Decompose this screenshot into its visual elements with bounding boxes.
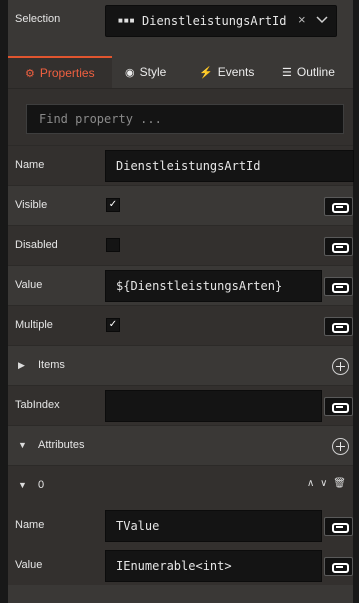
attr-row-value: Value IEnumerable<int> [8,545,353,585]
tab-properties[interactable]: ⚙ Properties [8,56,112,88]
move-down-icon[interactable]: ∨ [320,478,327,489]
add-attribute-button[interactable] [332,438,349,455]
value-field[interactable]: ${DienstleistungsArten} [105,270,322,302]
visible-checkbox[interactable]: ✓ [106,198,120,212]
tab-label: Outline [296,65,335,79]
lightning-icon: ⚡ [199,66,213,79]
tab-events[interactable]: ⚡ Events [199,56,254,88]
expand-right-icon[interactable]: ▶ [18,360,25,371]
delete-icon[interactable]: 🗑 [333,478,346,489]
section-label: Items [38,359,65,371]
attribute-value-field[interactable]: IEnumerable<int> [105,550,322,582]
tab-bar: ⚙ Properties ◉ Style ⚡ Events ☰ Outline [8,56,353,88]
tab-label: Events [217,65,255,79]
prop-row-attributes[interactable]: ▼ Attributes [8,425,353,465]
attribute-item-header[interactable]: ▼ 0 ∧ ∨ 🗑 [8,465,353,505]
grid-icon: ■■■ [118,16,136,25]
chevron-down-icon[interactable] [315,12,329,26]
prop-label: TabIndex [15,399,60,411]
bind-expression-button[interactable] [324,277,353,296]
bind-expression-button[interactable] [324,197,353,216]
expand-down-icon[interactable]: ▼ [18,440,27,450]
selection-row: Selection ■■■ DienstleistungsArtId × [8,0,353,44]
tabindex-field[interactable] [105,390,322,422]
attribute-index: 0 [38,479,45,491]
prop-row-multiple: Multiple ✓ [8,305,353,345]
name-field[interactable]: DienstleistungsArtId [105,150,354,182]
search-area: Find property ... [8,89,353,145]
prop-row-value: Value ${DienstleistungsArten} [8,265,353,305]
expand-down-icon[interactable]: ▼ [18,480,27,490]
prop-row-name: Name DienstleistungsArtId [8,145,354,185]
property-editor: Selection ■■■ DienstleistungsArtId × ⚙ P… [0,0,359,603]
bind-expression-button[interactable] [324,517,353,536]
bind-expression-button[interactable] [324,397,353,416]
attr-row-name: Name TValue [8,505,353,545]
selection-value: DienstleistungsArtId [142,14,287,28]
prop-label: Value [15,559,43,571]
section-label: Attributes [38,439,85,451]
prop-label: Name [15,159,45,171]
move-up-icon[interactable]: ∧ [307,478,314,489]
prop-row-disabled: Disabled [8,225,353,265]
list-icon: ☰ [282,66,292,79]
disabled-checkbox[interactable] [106,238,120,252]
add-item-button[interactable] [332,358,349,375]
tab-label: Properties [39,66,95,80]
prop-label: Name [15,519,45,531]
tab-style[interactable]: ◉ Style [125,56,166,88]
selection-label: Selection [15,13,61,25]
bind-expression-button[interactable] [324,557,353,576]
prop-label: Value [15,279,43,291]
bind-expression-button[interactable] [324,317,353,336]
search-input[interactable]: Find property ... [26,104,344,134]
clear-selection-icon[interactable]: × [298,12,306,27]
prop-row-visible: Visible ✓ [8,185,353,225]
prop-row-items[interactable]: ▶ Items [8,345,353,385]
palette-icon: ◉ [125,66,135,79]
right-border [353,0,359,603]
prop-label: Multiple [15,319,53,331]
tab-outline[interactable]: ☰ Outline [282,56,335,88]
selection-dropdown[interactable]: ■■■ DienstleistungsArtId × [105,5,337,37]
prop-label: Disabled [15,239,58,251]
multiple-checkbox[interactable]: ✓ [106,318,120,332]
prop-row-tabindex: TabIndex [8,385,353,425]
gear-icon: ⚙ [25,67,35,80]
left-border [0,0,8,603]
bind-expression-button[interactable] [324,237,353,256]
prop-label: Visible [15,199,48,211]
attribute-name-field[interactable]: TValue [105,510,322,542]
item-controls: ∧ ∨ 🗑 [304,478,346,489]
tab-label: Style [139,65,167,79]
